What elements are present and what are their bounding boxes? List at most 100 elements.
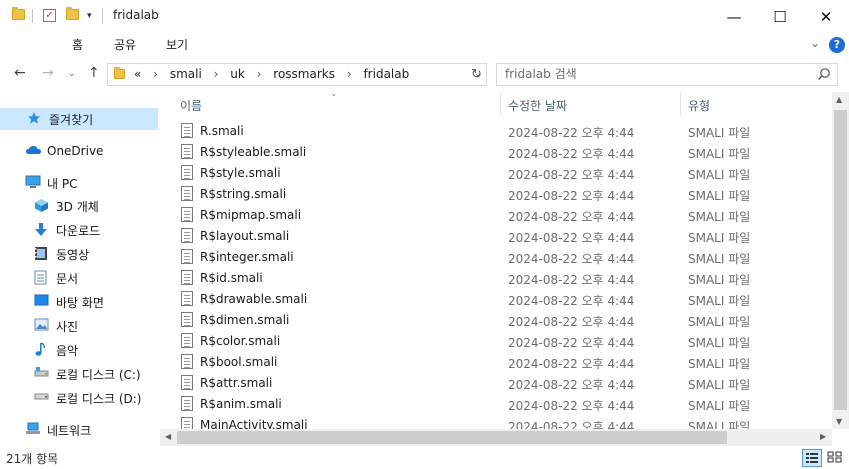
file-name: R$id.smali [200,271,263,285]
file-name: R$dimen.smali [200,313,290,327]
sidebar-item-onedrive[interactable]: OneDrive [0,140,158,162]
recent-locations-icon[interactable]: ⌄ [68,69,76,79]
maximize-button[interactable]: ☐ [757,0,803,33]
breadcrumb-smali[interactable]: smali [170,67,202,81]
sidebar-item-drive-d[interactable]: 로컬 디스크 (D:) [0,387,158,409]
tab-share[interactable]: 공유 [114,36,136,53]
close-button[interactable]: ✕ [803,0,849,33]
desktop-icon [34,294,50,310]
file-row[interactable]: R$drawable.smali 2024-08-22 오후 4:44 SMALI … [160,289,832,310]
file-icon [181,228,193,243]
drive-c-icon [34,366,50,382]
file-row[interactable]: MainActivity.smali 2024-08-22 오후 4:44 SMAL… [160,415,832,429]
vertical-scrollbar[interactable]: ▲ ▼ [832,92,849,429]
minimize-button[interactable]: — [711,0,757,33]
file-row[interactable]: R$string.smali 2024-08-22 오후 4:44 SMALI 파일 [160,184,832,205]
file-name: R$style.smali [200,166,281,180]
sidebar-item-downloads[interactable]: 다운로드 [0,219,158,241]
file-icon [181,291,193,306]
file-row[interactable]: R$mipmap.smali 2024-08-22 오후 4:44 SMALI 파일 [160,205,832,226]
horizontal-scrollbar[interactable]: ◀ ▶ [160,429,832,446]
file-date: 2024-08-22 오후 4:44 [508,294,635,308]
download-icon [34,222,50,238]
file-type: SMALI 파일 [688,378,751,392]
file-row[interactable]: R$bool.smali 2024-08-22 오후 4:44 SMALI 파일 [160,352,832,373]
refresh-button[interactable]: ↻ [467,63,487,86]
scroll-down-icon[interactable]: ▼ [836,417,842,426]
sidebar-item-label: 바탕 화면 [56,295,104,310]
sidebar-item-this-pc[interactable]: 내 PC [0,172,158,194]
file-row[interactable]: R$dimen.smali 2024-08-22 오후 4:44 SMALI 파일 [160,310,832,331]
sidebar-item-quick-access[interactable]: 즐겨찾기 [0,108,158,130]
file-type: SMALI 파일 [688,252,751,266]
details-view-icon [806,453,818,463]
item-count: 21개 항목 [6,452,59,466]
sidebar-item-network[interactable]: 네트워크 [0,419,158,441]
sidebar-item-drive-c[interactable]: 로컬 디스크 (C:) [0,363,158,385]
sidebar-item-documents[interactable]: 문서 [0,267,158,289]
status-bar: 21개 항목 [0,446,849,469]
file-type: SMALI 파일 [688,189,751,203]
sidebar-item-pictures[interactable]: 사진 [0,315,158,337]
file-row[interactable]: R$id.smali 2024-08-22 오후 4:44 SMALI 파일 [160,268,832,289]
file-type: SMALI 파일 [688,231,751,245]
file-date: 2024-08-22 오후 4:44 [508,168,635,182]
breadcrumb-overflow[interactable]: « [134,67,141,81]
search-input[interactable] [505,67,805,81]
file-type: SMALI 파일 [688,168,751,182]
file-name: R$drawable.smali [200,292,308,306]
scroll-right-icon[interactable]: ▶ [820,432,826,441]
file-icon [181,312,193,327]
sidebar-item-videos[interactable]: 동영상 [0,243,158,265]
help-button[interactable]: ? [829,37,845,53]
sidebar-item-music[interactable]: 음악 [0,339,158,361]
new-folder-icon[interactable] [66,7,79,20]
file-row[interactable]: R$anim.smali 2024-08-22 오후 4:44 SMALI 파일 [160,394,832,415]
file-type: SMALI 파일 [688,126,751,140]
forward-icon[interactable]: → [42,65,54,81]
breadcrumb-uk[interactable]: uk [230,67,245,81]
quick-access-dropdown-icon[interactable]: ▾ [87,11,92,21]
file-icon [181,270,193,285]
sort-indicator-icon: ⌄ [330,89,338,99]
large-icons-view-button[interactable] [826,449,846,467]
properties-icon[interactable]: ✓ [43,9,56,22]
video-icon [34,246,50,262]
file-name: MainActivity.smali [200,418,308,429]
sidebar-item-desktop[interactable]: 바탕 화면 [0,291,158,313]
file-name: R$color.smali [200,334,281,348]
sidebar-item-label: OneDrive [47,144,104,158]
back-icon[interactable]: ← [14,65,26,81]
up-icon[interactable]: ↑ [88,65,100,81]
scroll-thumb[interactable] [177,431,727,444]
sidebar-item-label: 즐겨찾기 [49,112,94,127]
file-date: 2024-08-22 오후 4:44 [508,252,635,266]
breadcrumb: « › smali › uk › rossmarks › fridalab [134,67,410,81]
search-box[interactable] [496,63,838,86]
scroll-thumb[interactable] [834,110,847,410]
column-header-name[interactable]: 이름 [180,97,202,121]
column-header-type[interactable]: 유형 [688,97,710,121]
sidebar-item-3d-objects[interactable]: 3D 개체 [0,195,158,217]
file-row[interactable]: R$color.smali 2024-08-22 오후 4:44 SMALI 파일 [160,331,832,352]
folder-icon [114,67,125,79]
breadcrumb-rossmarks[interactable]: rossmarks [273,67,335,81]
file-row[interactable]: R$integer.smali 2024-08-22 오후 4:44 SMALI 파… [160,247,832,268]
file-row[interactable]: R$attr.smali 2024-08-22 오후 4:44 SMALI 파일 [160,373,832,394]
file-row[interactable]: R.smali 2024-08-22 오후 4:44 SMALI 파일 [160,121,832,142]
file-type: SMALI 파일 [688,294,751,308]
scroll-left-icon[interactable]: ◀ [165,432,171,441]
file-name: R$anim.smali [200,397,282,411]
ribbon-expand-icon[interactable]: ⌄ [810,36,820,50]
details-view-button[interactable] [802,449,822,467]
address-bar[interactable]: « › smali › uk › rossmarks › fridalab ⌄ [107,63,487,86]
file-icon [181,249,193,264]
tab-view[interactable]: 보기 [166,36,188,53]
breadcrumb-fridalab[interactable]: fridalab [363,67,409,81]
scroll-up-icon[interactable]: ▲ [836,95,842,104]
file-row[interactable]: R$layout.smali 2024-08-22 오후 4:44 SMALI 파일 [160,226,832,247]
column-header-date[interactable]: 수정한 날짜 [508,97,567,121]
file-row[interactable]: R$style.smali 2024-08-22 오후 4:44 SMALI 파일 [160,163,832,184]
file-row[interactable]: R$styleable.smali 2024-08-22 오후 4:44 SMALI… [160,142,832,163]
tab-home[interactable]: 홈 [72,36,83,53]
